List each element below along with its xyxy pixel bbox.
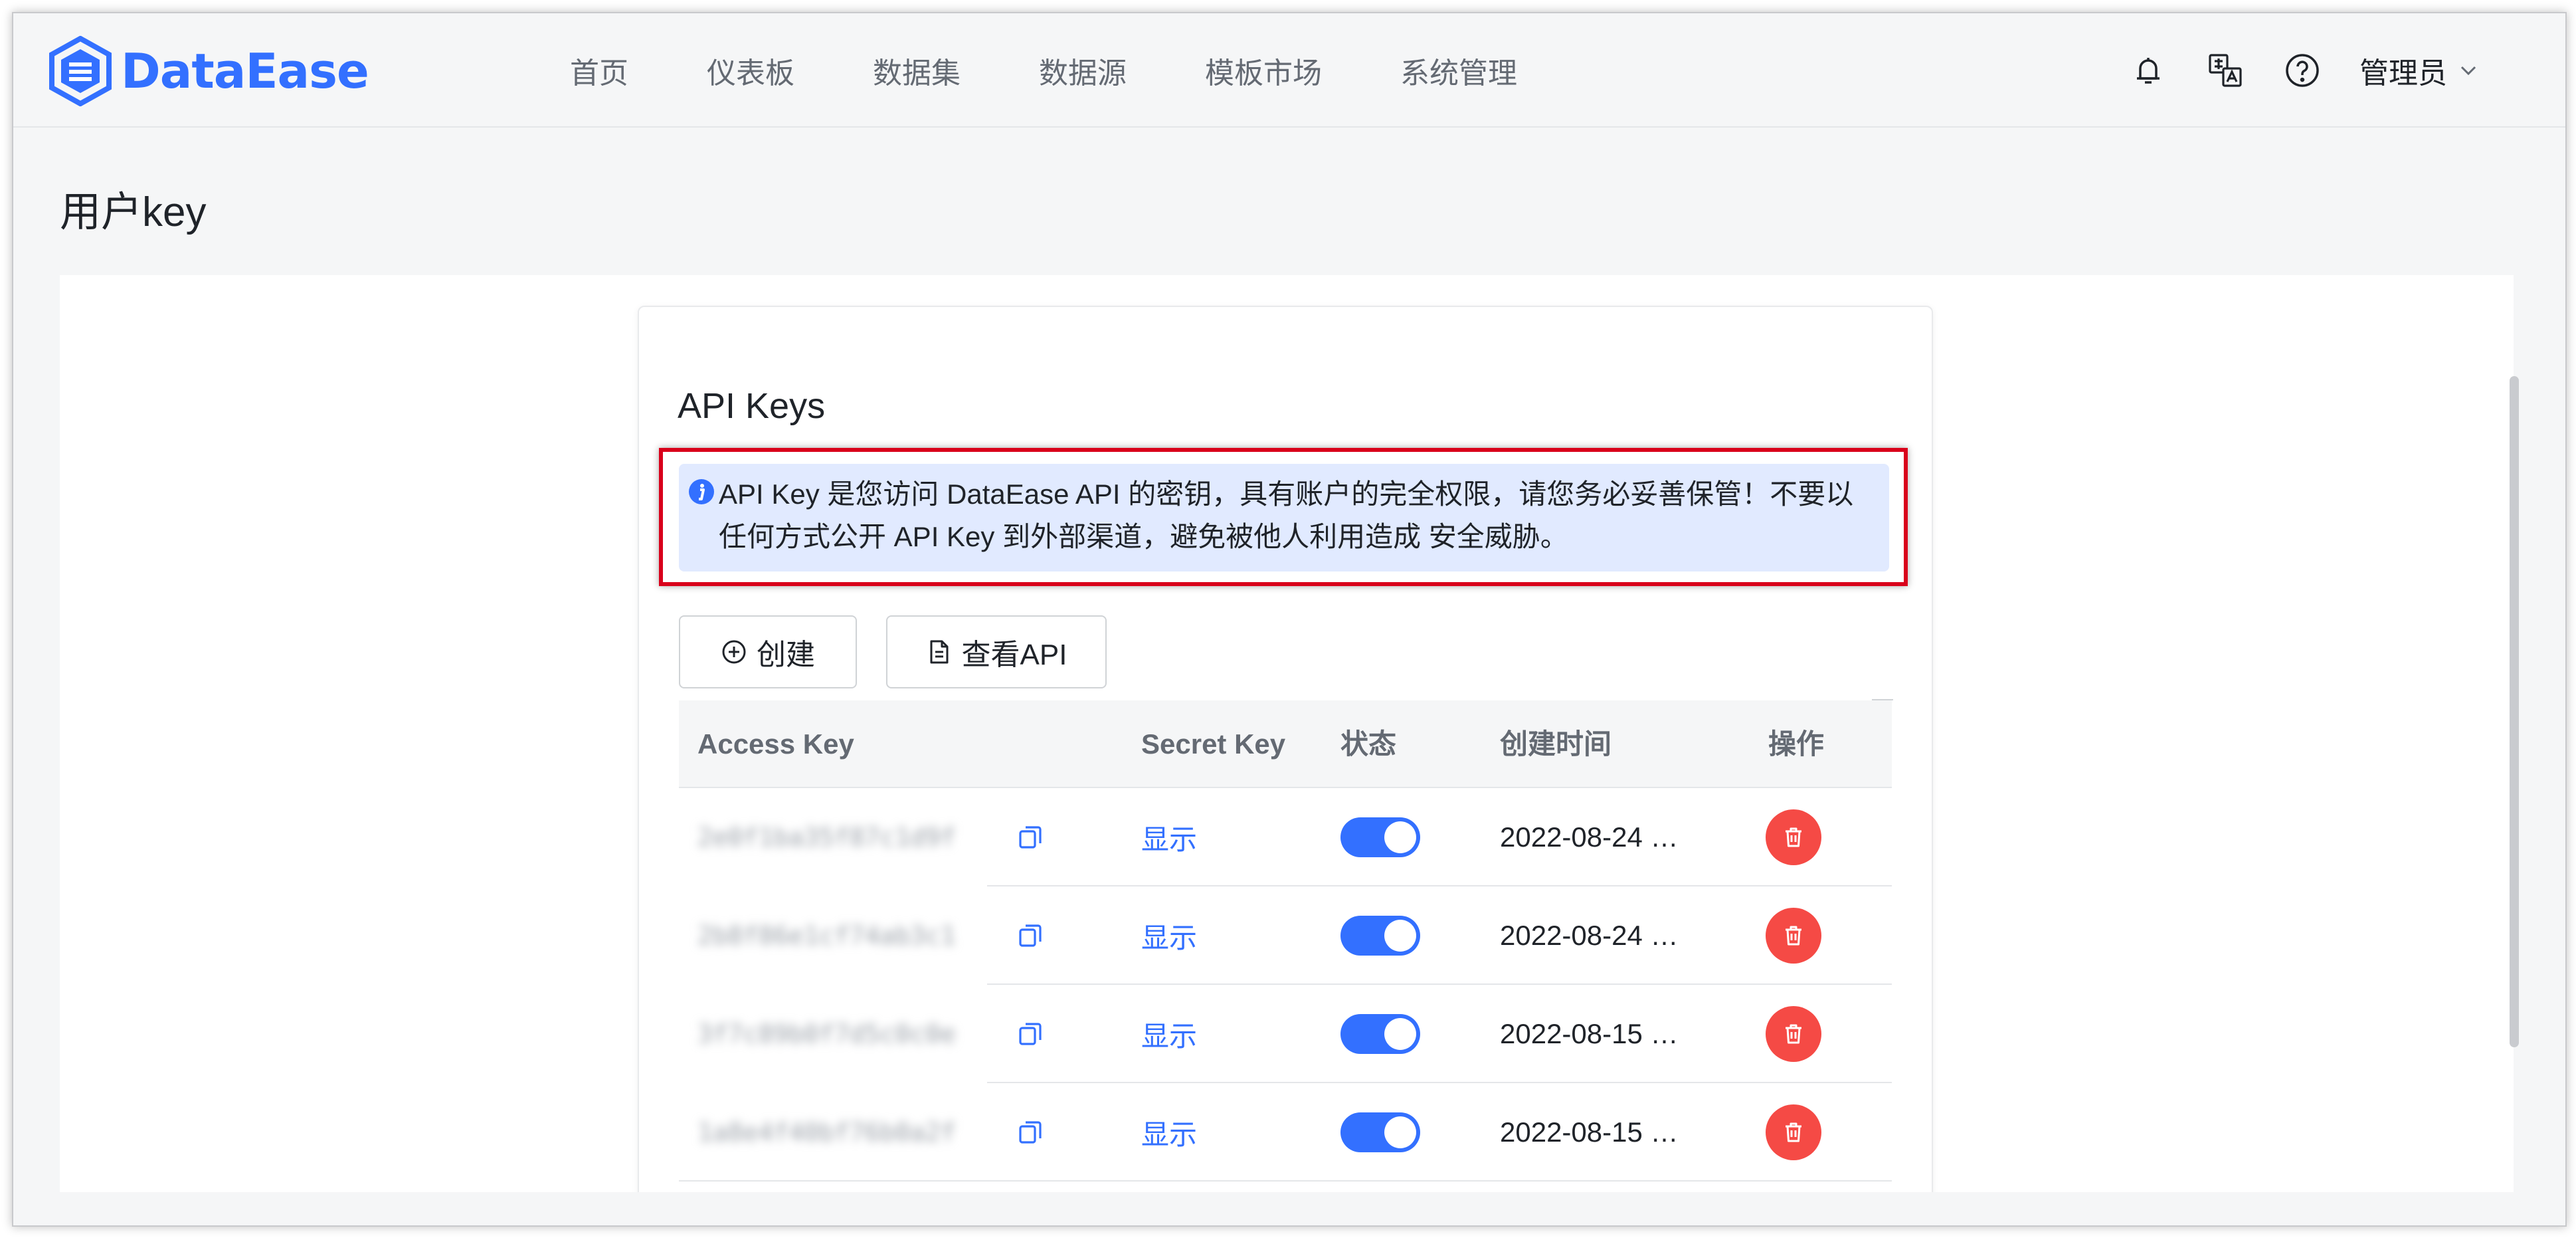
- card-title: API Keys: [678, 386, 826, 426]
- api-keys-card: API Keys API Key 是您访问 DataEase API 的密钥，具…: [638, 306, 1933, 1192]
- top-header: DataEase 首页 仪表板 数据集 数据源 模板市场 系统管理 管理员: [13, 13, 2565, 128]
- trash-icon: [1786, 1024, 1801, 1044]
- info-icon: [689, 479, 714, 504]
- copy-icon[interactable]: [1016, 1118, 1044, 1146]
- help-icon[interactable]: [2282, 51, 2322, 90]
- access-key-value: 1a8e4f40bf76b0a2f: [697, 1118, 956, 1147]
- delete-button[interactable]: [1766, 908, 1821, 964]
- bell-icon[interactable]: [2128, 51, 2168, 90]
- show-secret-link[interactable]: 显示: [1141, 817, 1197, 858]
- nav-item-dataset[interactable]: 数据集: [873, 49, 961, 92]
- logo[interactable]: DataEase: [48, 36, 369, 106]
- status-toggle[interactable]: [1340, 916, 1420, 956]
- created-time: 2022-08-24 …: [1500, 920, 1679, 951]
- status-toggle[interactable]: [1340, 817, 1420, 857]
- status-toggle[interactable]: [1340, 1014, 1420, 1054]
- main-nav: 首页 仪表板 数据集 数据源 模板市场 系统管理: [570, 13, 1517, 128]
- vertical-scrollbar[interactable]: [2510, 376, 2519, 1047]
- show-secret-link[interactable]: 显示: [1141, 1014, 1197, 1055]
- nav-item-home[interactable]: 首页: [570, 49, 628, 92]
- nav-item-dashboard[interactable]: 仪表板: [707, 49, 794, 92]
- show-secret-link[interactable]: 显示: [1141, 916, 1197, 956]
- trash-icon: [1786, 926, 1801, 946]
- table-row: 1a8e4f40bf76b0a2f 显示 2022-08-15 …: [679, 1083, 1892, 1182]
- column-header-access-key: Access Key: [697, 728, 854, 760]
- delete-button[interactable]: [1766, 1104, 1821, 1160]
- column-header-created-time: 创建时间: [1500, 728, 1612, 760]
- header-actions: 管理员: [2091, 13, 2479, 128]
- view-api-button[interactable]: 查看API: [886, 615, 1107, 688]
- trash-icon: [1786, 1122, 1801, 1142]
- copy-icon[interactable]: [1016, 922, 1044, 950]
- create-button-label: 创建: [757, 639, 815, 671]
- nav-item-template-market[interactable]: 模板市场: [1205, 49, 1322, 92]
- delete-button[interactable]: [1766, 1006, 1821, 1062]
- access-key-value: 3f7c89b0f7d5c0c0e: [697, 1019, 956, 1049]
- translate-icon[interactable]: [2205, 51, 2245, 90]
- create-button[interactable]: 创建: [679, 615, 857, 688]
- access-key-value: 2e0f1ba35f87c1d9f: [697, 823, 956, 852]
- view-api-button-label: 查看API: [961, 639, 1067, 671]
- table-header: Access Key Secret Key 状态 创建时间 操作: [679, 700, 1892, 788]
- delete-button[interactable]: [1766, 809, 1821, 865]
- nav-item-datasource[interactable]: 数据源: [1039, 49, 1127, 92]
- trash-icon: [1786, 827, 1801, 847]
- created-time: 2022-08-15 …: [1500, 1018, 1679, 1049]
- info-alert: API Key 是您访问 DataEase API 的密钥，具有账户的完全权限，…: [679, 464, 1889, 571]
- column-header-secret-key: Secret Key: [1141, 728, 1286, 760]
- page-title: 用户key: [60, 189, 207, 235]
- table-row: 3f7c89b0f7d5c0c0e 显示 2022-08-15 …: [679, 985, 1892, 1083]
- user-name: 管理员: [2359, 57, 2447, 90]
- row-divider: [679, 1180, 1892, 1182]
- user-menu[interactable]: 管理员: [2359, 49, 2479, 92]
- plus-circle-icon: [722, 640, 746, 664]
- status-toggle[interactable]: [1340, 1112, 1420, 1152]
- nav-item-system-management[interactable]: 系统管理: [1400, 49, 1517, 92]
- show-secret-link[interactable]: 显示: [1141, 1112, 1197, 1153]
- table-row: 2e0f1ba35f87c1d9f 显示 2022-08-24 …: [679, 788, 1892, 886]
- chevron-down-icon: [2460, 66, 2476, 76]
- dataease-logo-icon: [49, 36, 112, 106]
- document-icon: [930, 640, 949, 664]
- copy-icon[interactable]: [1016, 823, 1044, 851]
- column-header-actions: 操作: [1768, 728, 1825, 760]
- alert-text: API Key 是您访问 DataEase API 的密钥，具有账户的完全权限，…: [719, 478, 1854, 552]
- app-window: DataEase 首页 仪表板 数据集 数据源 模板市场 系统管理 管理员 用户…: [12, 12, 2567, 1227]
- main-content: API Keys API Key 是您访问 DataEase API 的密钥，具…: [60, 275, 2514, 1192]
- copy-icon[interactable]: [1016, 1020, 1044, 1048]
- created-time: 2022-08-24 …: [1500, 821, 1679, 853]
- access-key-value: 2b8f86e1cf74ab3c1: [697, 921, 956, 950]
- table-row: 2b8f86e1cf74ab3c1 显示 2022-08-24 …: [679, 886, 1892, 985]
- logo-text: DataEase: [121, 43, 369, 99]
- created-time: 2022-08-15 …: [1500, 1116, 1679, 1148]
- column-header-status: 状态: [1340, 728, 1397, 760]
